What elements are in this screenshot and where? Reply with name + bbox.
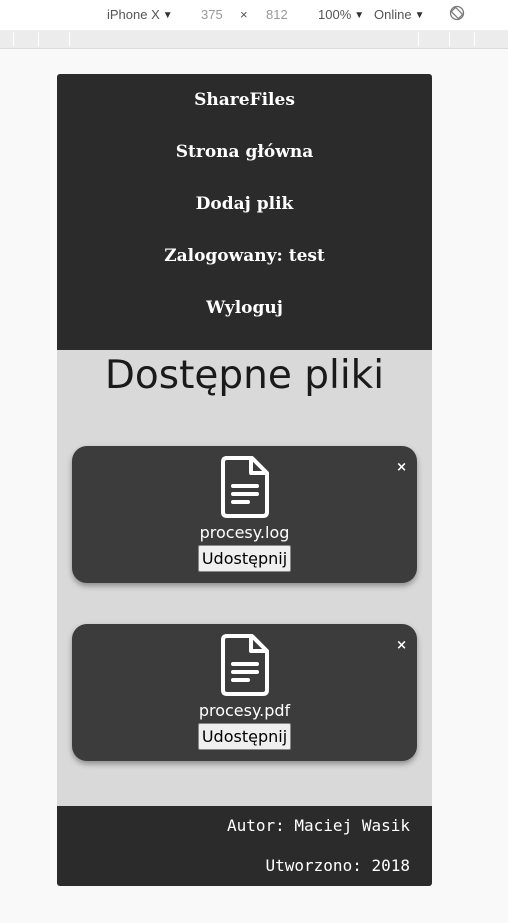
file-name: procesy.pdf <box>198 701 291 720</box>
network-select-label: Online <box>374 7 412 22</box>
width-input[interactable]: 375 <box>201 7 223 22</box>
chevron-down-icon: ▼ <box>414 10 425 21</box>
nav-home-link[interactable]: Strona główna <box>57 126 432 178</box>
network-select[interactable]: Online ▼ <box>374 7 424 22</box>
chevron-down-icon: ▼ <box>162 10 173 21</box>
device-viewport: ShareFiles Strona główna Dodaj plik Zalo… <box>57 74 432 886</box>
device-select-label: iPhone X <box>107 7 160 22</box>
zoom-select[interactable]: 100% ▼ <box>318 7 364 22</box>
nav-logged-in-user[interactable]: Zalogowany: test <box>57 230 432 282</box>
footer-created: Utworzono: 2018 <box>265 856 411 875</box>
zoom-select-label: 100% <box>318 7 352 22</box>
close-icon[interactable]: × <box>396 460 407 475</box>
file-icon <box>221 634 269 696</box>
main-nav: ShareFiles Strona główna Dodaj plik Zalo… <box>57 74 432 350</box>
page-footer: Autor: Maciej Wasik Utworzono: 2018 <box>57 806 432 886</box>
file-card: × procesy.pdf Udostępnij <box>72 624 417 761</box>
footer-author: Autor: Maciej Wasik <box>226 816 410 835</box>
file-icon <box>221 456 269 518</box>
dimension-separator: × <box>240 7 248 22</box>
media-query-ruler[interactable] <box>0 30 508 49</box>
rotate-icon[interactable] <box>449 5 465 24</box>
nav-brand-link[interactable]: ShareFiles <box>57 74 432 126</box>
share-button[interactable]: Udostępnij <box>198 723 291 750</box>
nav-logout-link[interactable]: Wyloguj <box>57 282 432 334</box>
device-toolbar: iPhone X ▼ 375 × 812 100% ▼ Online ▼ <box>0 0 508 30</box>
close-icon[interactable]: × <box>396 638 407 653</box>
share-button[interactable]: Udostępnij <box>198 545 291 572</box>
nav-add-file-link[interactable]: Dodaj plik <box>57 178 432 230</box>
file-name: procesy.log <box>199 523 290 542</box>
height-input[interactable]: 812 <box>266 7 288 22</box>
file-card: × procesy.log Udostępnij <box>72 446 417 583</box>
chevron-down-icon: ▼ <box>354 10 365 21</box>
page-title: Dostępne pliki <box>104 353 385 398</box>
device-select[interactable]: iPhone X ▼ <box>107 7 173 22</box>
